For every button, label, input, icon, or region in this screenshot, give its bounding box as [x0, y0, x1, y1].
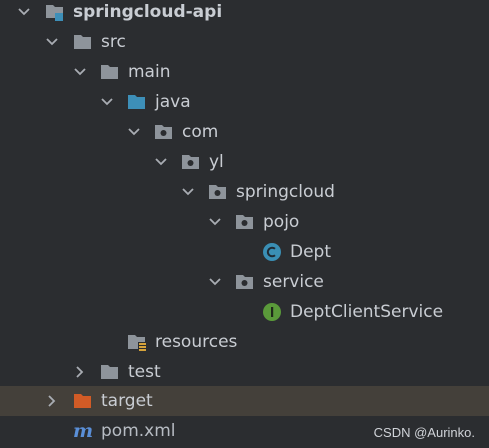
tree-label: main [128, 62, 171, 82]
tree-row-yl[interactable]: yl [0, 147, 489, 177]
package-icon [154, 122, 174, 142]
package-icon [208, 182, 228, 202]
tree-row-java[interactable]: java [0, 87, 489, 117]
maven-icon-letter: m [72, 420, 94, 442]
excluded-folder-icon [73, 391, 93, 411]
folder-icon [100, 62, 120, 82]
chevron-down-icon[interactable] [98, 93, 116, 111]
chevron-right-icon[interactable] [43, 392, 61, 410]
tree-row-com[interactable]: com [0, 117, 489, 147]
tree-row-springcloud-api[interactable]: springcloud-api [0, 0, 489, 27]
source-root-folder-icon [127, 92, 147, 112]
tree-label: pojo [263, 212, 300, 232]
maven-icon: m [73, 421, 93, 441]
package-icon [181, 152, 201, 172]
chevron-right-icon[interactable] [71, 363, 89, 381]
tree-label: test [128, 362, 161, 382]
class-icon [262, 242, 282, 262]
watermark: CSDN @Aurinko. [373, 425, 475, 440]
chevron-down-icon[interactable] [179, 183, 197, 201]
chevron-down-icon[interactable] [206, 273, 224, 291]
chevron-down-icon[interactable] [206, 213, 224, 231]
tree-label: springcloud-api [73, 2, 223, 22]
tree-label: java [155, 92, 191, 112]
chevron-down-icon[interactable] [15, 3, 33, 21]
project-tree: springcloud-api src main java com yl spr… [0, 0, 489, 448]
tree-label: springcloud [236, 182, 335, 202]
tree-label: service [263, 272, 324, 292]
package-icon [235, 212, 255, 232]
tree-row-dept-client-service[interactable]: DeptClientService [0, 297, 489, 327]
tree-label: com [182, 122, 219, 142]
tree-label: Dept [290, 242, 332, 262]
folder-icon [100, 362, 120, 382]
tree-label: resources [155, 332, 238, 352]
folder-icon [73, 32, 93, 52]
chevron-down-icon[interactable] [152, 153, 170, 171]
chevron-down-icon[interactable] [71, 63, 89, 81]
tree-row-resources[interactable]: resources [0, 327, 489, 357]
tree-row-main[interactable]: main [0, 57, 489, 87]
tree-label: pom.xml [101, 421, 176, 441]
chevron-down-icon[interactable] [43, 33, 61, 51]
tree-row-target[interactable]: target [0, 386, 489, 416]
tree-row-src[interactable]: src [0, 27, 489, 57]
tree-label: yl [209, 152, 224, 172]
tree-label: target [101, 391, 153, 411]
tree-label: src [101, 32, 126, 52]
resources-folder-icon [127, 332, 147, 352]
tree-row-springcloud[interactable]: springcloud [0, 177, 489, 207]
tree-row-test[interactable]: test [0, 357, 489, 387]
tree-row-service[interactable]: service [0, 267, 489, 297]
tree-row-pojo[interactable]: pojo [0, 207, 489, 237]
interface-icon [262, 302, 282, 322]
chevron-down-icon[interactable] [125, 123, 143, 141]
tree-label: DeptClientService [290, 302, 444, 322]
module-folder-icon [45, 2, 65, 22]
package-icon [235, 272, 255, 292]
tree-row-dept[interactable]: Dept [0, 237, 489, 267]
